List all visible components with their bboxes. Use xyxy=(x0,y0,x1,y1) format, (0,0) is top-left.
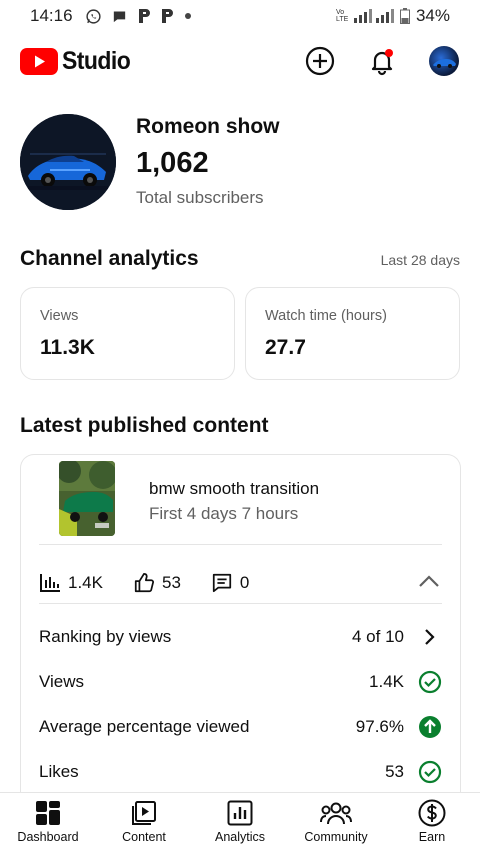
arrow-up-circle-icon xyxy=(418,715,442,739)
views-metric-card[interactable]: Views 11.3K xyxy=(20,287,235,380)
nav-label: Community xyxy=(304,830,368,844)
earn-icon xyxy=(418,799,446,827)
subscriber-label: Total subscribers xyxy=(136,187,264,207)
status-bar: 14:16 Vo LTE 34% xyxy=(0,0,480,32)
analytics-period: Last 28 days xyxy=(380,252,460,268)
video-thumbnail[interactable] xyxy=(59,461,115,536)
video-subtitle: First 4 days 7 hours xyxy=(149,504,299,523)
likes-row: Likes 53 xyxy=(39,757,442,787)
youtube-play-icon xyxy=(20,47,58,75)
comments-stat: 0 xyxy=(211,572,249,594)
bar-chart-icon xyxy=(40,574,60,592)
nav-label: Content xyxy=(122,830,166,844)
p-app-icon-2 xyxy=(161,9,173,23)
views-stat: 1.4K xyxy=(39,573,103,593)
notification-icons xyxy=(85,8,191,25)
analytics-header: Channel analytics Last 28 days xyxy=(20,247,460,271)
ranking-row[interactable]: Ranking by views 4 of 10 xyxy=(39,622,442,652)
metric-value: 11.3K xyxy=(40,336,95,359)
comment-icon xyxy=(212,573,232,593)
row-value: 4 of 10 xyxy=(352,627,404,646)
battery-icon xyxy=(399,8,410,24)
nav-earn[interactable]: Earn xyxy=(384,793,480,854)
collapse-button[interactable] xyxy=(418,574,440,593)
avatar xyxy=(429,46,459,76)
analytics-title: Channel analytics xyxy=(20,247,199,270)
metric-value: 27.7 xyxy=(265,336,306,359)
nav-analytics[interactable]: Analytics xyxy=(192,793,288,854)
latest-content-header: Latest published content xyxy=(20,414,460,438)
add-circle-icon xyxy=(305,46,335,76)
studio-logo[interactable]: Studio xyxy=(20,47,136,76)
thumbs-up-icon xyxy=(134,572,155,593)
nav-label: Dashboard xyxy=(17,830,79,844)
channel-name: Romeon show xyxy=(136,114,280,138)
check-circle-icon xyxy=(418,670,442,694)
p-app-icon xyxy=(138,9,150,23)
latest-content-title: Latest published content xyxy=(20,414,269,437)
app-bar: Studio xyxy=(0,36,480,86)
subscriber-count: 1,062 xyxy=(136,146,209,179)
latest-content-card: bmw smooth transition First 4 days 7 hou… xyxy=(20,454,461,814)
video-stats-row: 1.4K 53 0 xyxy=(39,563,442,603)
signal-icon xyxy=(353,9,394,23)
comments-count: 0 xyxy=(239,573,250,592)
network-label: Vo LTE xyxy=(335,9,349,23)
battery-percent: 34% xyxy=(415,6,450,25)
nav-content[interactable]: Content xyxy=(96,793,192,854)
avg-percentage-row: Average percentage viewed 97.6% xyxy=(39,712,442,742)
account-avatar-button[interactable] xyxy=(428,45,460,77)
metric-label: Watch time (hours) xyxy=(265,308,387,324)
row-value: 97.6% xyxy=(355,717,404,736)
views-count: 1.4K xyxy=(68,573,103,592)
bell-icon xyxy=(371,49,393,76)
watch-time-metric-card[interactable]: Watch time (hours) 27.7 xyxy=(245,287,460,380)
chevron-right-icon xyxy=(418,625,442,649)
row-value: 1.4K xyxy=(369,672,404,691)
logo-text: Studio xyxy=(62,46,131,75)
likes-stat: 53 xyxy=(133,572,181,594)
channel-header: Romeon show 1,062 Total subscribers xyxy=(20,114,280,210)
row-label: Likes xyxy=(39,762,79,781)
whatsapp-icon xyxy=(85,8,101,24)
notifications-button[interactable] xyxy=(366,45,398,77)
channel-avatar[interactable] xyxy=(20,114,116,210)
community-icon xyxy=(320,799,352,827)
views-row: Views 1.4K xyxy=(39,667,442,697)
dashboard-icon xyxy=(35,799,61,827)
nav-label: Earn xyxy=(418,830,446,844)
content-icon xyxy=(131,799,157,827)
analytics-icon xyxy=(227,799,253,827)
chat-bubble-icon xyxy=(113,11,125,22)
row-label: Views xyxy=(39,672,85,691)
row-value: 53 xyxy=(385,762,404,781)
chevron-up-icon xyxy=(419,574,439,587)
more-notifications-dot xyxy=(184,13,191,19)
likes-count: 53 xyxy=(161,573,181,592)
nav-label: Analytics xyxy=(214,830,266,844)
video-title[interactable]: bmw smooth transition xyxy=(149,479,319,499)
nav-dashboard[interactable]: Dashboard xyxy=(0,793,96,854)
row-label: Average percentage viewed xyxy=(39,717,250,736)
metric-label: Views xyxy=(40,308,79,324)
divider xyxy=(39,603,442,604)
bottom-navigation: Dashboard Content Analytics Community Ea… xyxy=(0,792,480,854)
create-button[interactable] xyxy=(304,45,336,77)
status-time: 14:16 xyxy=(30,6,73,25)
check-circle-icon xyxy=(418,760,442,784)
divider xyxy=(39,544,442,545)
nav-community[interactable]: Community xyxy=(288,793,384,854)
row-label: Ranking by views xyxy=(39,627,172,646)
